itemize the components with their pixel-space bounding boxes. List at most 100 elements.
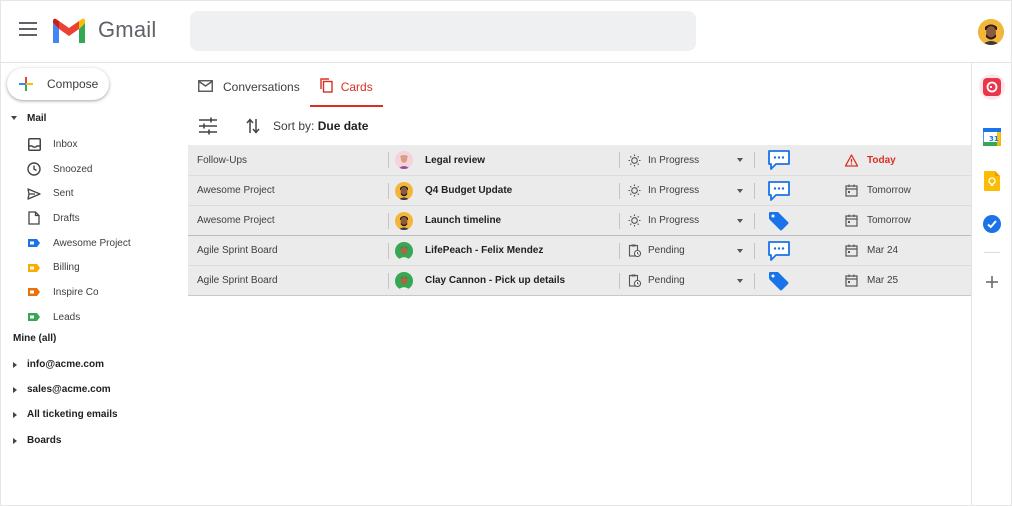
calendar-app-icon: 31 [983,128,1001,146]
account-item-sales[interactable]: sales@acme.com [13,384,111,395]
avatar [395,241,413,260]
table-row[interactable]: Follow-Ups Legal review In Progress Toda… [188,145,971,175]
column-divider [388,183,389,199]
column-divider [754,152,755,168]
gmail-logo-icon[interactable] [51,17,87,45]
due-label: Tomorrow [867,215,911,226]
mine-all-heading[interactable]: Mine (all) [13,333,56,344]
sidebar-item-inbox[interactable]: Inbox [1,132,181,157]
board-name: Follow-Ups [197,154,248,166]
account-item-all-ticketing[interactable]: All ticketing emails [13,409,118,420]
due-date: Tomorrow [845,214,911,227]
sidebar-item-label: Inspire Co [53,286,99,298]
add-icon [986,276,998,288]
due-label: Mar 25 [867,275,899,286]
board-name: Awesome Project [197,185,275,196]
compose-plus-icon [19,77,33,91]
tag-icon[interactable] [768,211,790,231]
card-title: Clay Cannon - Pick up details [425,275,566,286]
account-item-boards[interactable]: Boards [13,435,61,446]
sidebar-item-drafts[interactable]: Drafts [1,206,181,231]
tab-label: Conversations [223,80,300,94]
rail-divider [984,252,1000,253]
account-item-info[interactable]: info@acme.com [13,359,104,370]
table-row[interactable]: Awesome Project Launch timeline In Progr… [188,205,971,235]
column-divider [388,273,389,289]
main-menu-icon[interactable] [19,22,37,36]
side-panel-rail: 31 [971,63,1011,505]
sidebar-item-awesome-project[interactable]: Awesome Project [1,231,181,256]
column-divider [388,213,389,229]
card-title: Launch timeline [425,215,502,226]
chevron-right-icon [13,361,17,368]
calendar-icon [845,244,858,257]
calendar-icon [845,214,858,227]
chat-icon[interactable] [768,180,790,201]
sidebar-item-label: Snoozed [53,163,93,175]
tasks-app-button[interactable] [979,211,1005,237]
mail-section-toggle[interactable]: Mail [1,109,181,127]
status-dropdown[interactable]: Pending [628,274,685,287]
table-row[interactable]: Agile Sprint Board LifePeach - Felix Men… [188,235,971,265]
due-label: Mar 24 [867,245,899,256]
chat-icon[interactable] [768,150,790,170]
warning-icon [845,153,858,167]
status-label: In Progress [648,154,700,166]
sidebar-item-label: Sent [53,188,74,200]
view-tabs: Conversations Cards [188,67,383,107]
status-label: Pending [648,245,685,256]
tab-conversations[interactable]: Conversations [188,67,310,107]
copy-icon [320,78,333,96]
keep-app-button[interactable] [979,168,1005,194]
compose-button[interactable]: Compose [7,68,109,100]
board-name: Awesome Project [197,215,275,226]
column-divider [388,243,389,259]
status-dropdown[interactable]: Pending [628,244,685,257]
status-dropdown[interactable]: In Progress [628,214,699,227]
chat-icon[interactable] [768,240,790,261]
compose-label: Compose [47,77,99,91]
sun-icon [628,184,641,197]
tab-cards[interactable]: Cards [309,67,383,107]
chevron-down-icon[interactable] [737,218,743,223]
gmail-wordmark[interactable]: Gmail [98,17,156,43]
tab-label: Cards [340,80,373,94]
avatar [395,211,413,230]
chevron-down-icon[interactable] [737,278,743,283]
add-addon-button[interactable] [979,269,1005,295]
due-date: Mar 25 [845,274,898,287]
status-dropdown[interactable]: In Progress [628,184,699,197]
due-date: Tomorrow [845,184,911,197]
chevron-down-icon[interactable] [737,188,743,193]
avatar [395,151,413,169]
sidebar-item-billing[interactable]: Billing [1,255,181,280]
sidebar-item-leads[interactable]: Leads [1,305,181,330]
chevron-right-icon [13,411,17,418]
sidebar-item-snoozed[interactable]: Snoozed [1,157,181,182]
status-label: In Progress [648,185,700,196]
sort-icon[interactable] [246,118,260,134]
cards-table: Follow-Ups Legal review In Progress Toda… [188,145,971,296]
tag-icon[interactable] [768,271,790,291]
sidebar-item-sent[interactable]: Sent [1,181,181,206]
calendar-app-button[interactable]: 31 [979,124,1005,150]
sort-dropdown[interactable]: Sort by: Due date [273,119,368,133]
chevron-down-icon[interactable] [737,248,743,253]
account-avatar[interactable] [978,19,1004,45]
search-input[interactable] [190,11,696,51]
status-dropdown[interactable]: In Progress [628,154,699,167]
sun-icon [628,214,641,227]
gmail-window: Gmail Compose Mail Inbox Snoozed Sent Dr… [0,0,1012,506]
clipboard-icon [628,244,641,257]
streak-app-button[interactable] [979,74,1005,100]
filter-sliders-icon[interactable] [198,117,218,135]
table-row[interactable]: Awesome Project Q4 Budget Update In Prog… [188,175,971,205]
sidebar-item-inspire-co[interactable]: Inspire Co [1,280,181,305]
clipboard-icon [628,274,641,287]
table-row[interactable]: Agile Sprint Board Clay Cannon - Pick up… [188,265,971,295]
sun-icon [628,154,641,166]
chevron-down-icon[interactable] [737,158,743,162]
sidebar-item-label: Drafts [53,212,80,224]
streak-icon [983,78,1001,96]
account-label: All ticketing emails [27,409,118,420]
